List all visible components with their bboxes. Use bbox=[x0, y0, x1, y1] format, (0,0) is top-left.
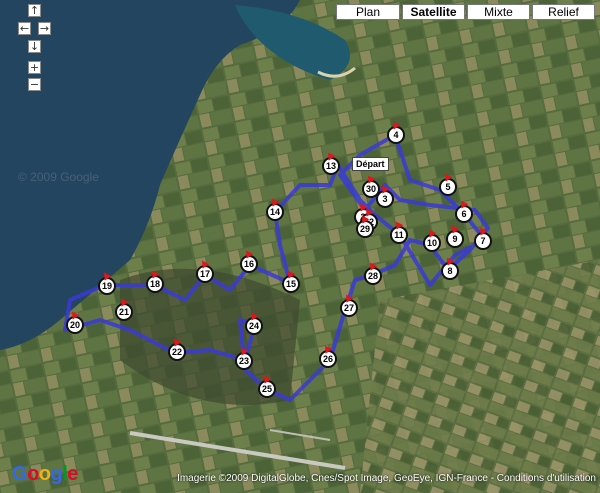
route-marker-22[interactable]: 22 bbox=[168, 343, 186, 361]
map-type-control: Plan Satellite Mixte Relief bbox=[336, 4, 595, 20]
pan-up-button[interactable]: ↑ bbox=[28, 4, 41, 17]
route-marker-7[interactable]: 7 bbox=[474, 232, 492, 250]
route-marker-13[interactable]: 13 bbox=[322, 157, 340, 175]
route-marker-19[interactable]: 19 bbox=[98, 277, 116, 295]
map-type-relief[interactable]: Relief bbox=[532, 4, 595, 20]
pan-down-button[interactable]: ↓ bbox=[28, 40, 41, 53]
route-marker-17[interactable]: 17 bbox=[196, 265, 214, 283]
logo-letter: g bbox=[50, 463, 63, 485]
map-canvas[interactable]: © 2009 Google ↑ ← → ↓ + − Plan Satellite… bbox=[0, 0, 600, 493]
route-marker-5[interactable]: 5 bbox=[439, 178, 457, 196]
route-marker-29[interactable]: 29 bbox=[356, 220, 374, 238]
pan-left-button[interactable]: ← bbox=[18, 22, 31, 35]
route-marker-28[interactable]: 28 bbox=[364, 267, 382, 285]
route-marker-20[interactable]: 20 bbox=[66, 316, 84, 334]
zoom-out-button[interactable]: − bbox=[28, 78, 41, 91]
route-marker-16[interactable]: 16 bbox=[240, 255, 258, 273]
zoom-in-button[interactable]: + bbox=[28, 61, 41, 74]
satellite-imagery bbox=[0, 0, 600, 493]
route-marker-8[interactable]: 8 bbox=[441, 262, 459, 280]
route-marker-14[interactable]: 14 bbox=[266, 203, 284, 221]
route-marker-9[interactable]: 9 bbox=[446, 230, 464, 248]
start-label[interactable]: Départ bbox=[352, 157, 389, 171]
route-marker-15[interactable]: 15 bbox=[282, 275, 300, 293]
route-marker-26[interactable]: 26 bbox=[319, 350, 337, 368]
google-logo[interactable]: Google bbox=[12, 463, 78, 486]
route-marker-25[interactable]: 25 bbox=[258, 380, 276, 398]
route-marker-10[interactable]: 10 bbox=[423, 234, 441, 252]
logo-letter: e bbox=[67, 463, 78, 485]
map-type-mixte[interactable]: Mixte bbox=[467, 4, 530, 20]
copyright-text: Imagerie ©2009 DigitalGlobe, Cnes/Spot I… bbox=[177, 473, 596, 484]
route-marker-21[interactable]: 21 bbox=[115, 303, 133, 321]
route-marker-3[interactable]: 3 bbox=[376, 190, 394, 208]
route-marker-24[interactable]: 24 bbox=[245, 317, 263, 335]
route-marker-11[interactable]: 11 bbox=[390, 226, 408, 244]
map-type-plan[interactable]: Plan bbox=[336, 4, 400, 20]
logo-letter: G bbox=[12, 463, 28, 485]
logo-letter: o bbox=[27, 463, 39, 485]
watermark: © 2009 Google bbox=[18, 170, 99, 184]
route-marker-4[interactable]: 4 bbox=[387, 126, 405, 144]
map-type-satellite[interactable]: Satellite bbox=[402, 4, 465, 20]
route-marker-6[interactable]: 6 bbox=[455, 205, 473, 223]
route-marker-23[interactable]: 23 bbox=[235, 352, 253, 370]
route-marker-18[interactable]: 18 bbox=[146, 275, 164, 293]
route-marker-27[interactable]: 27 bbox=[340, 299, 358, 317]
pan-right-button[interactable]: → bbox=[38, 22, 51, 35]
logo-letter: o bbox=[38, 463, 51, 485]
